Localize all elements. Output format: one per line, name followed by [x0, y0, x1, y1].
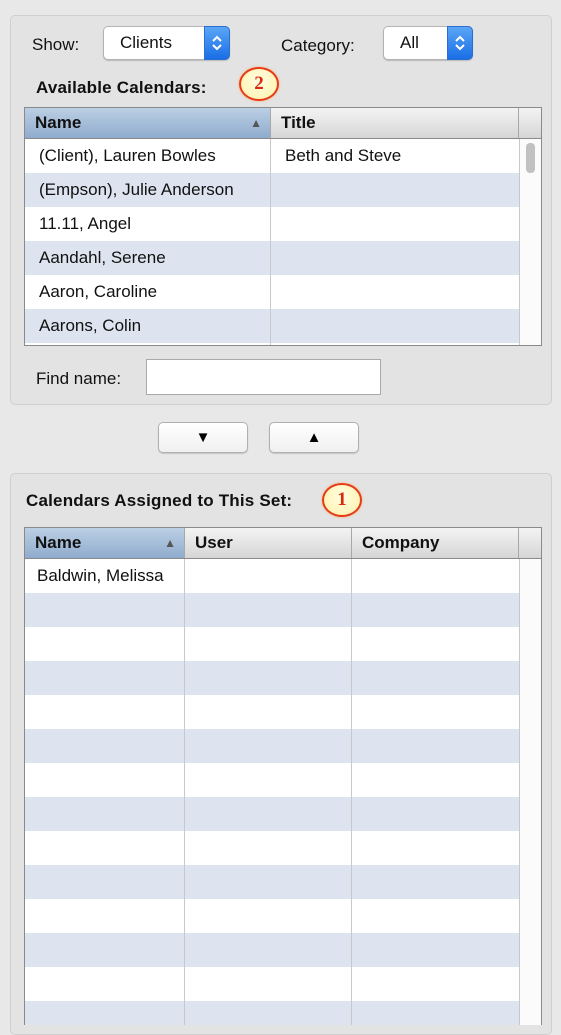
category-popup[interactable]: All [383, 26, 473, 60]
category-popup-value: All [400, 33, 419, 52]
column-divider [270, 139, 271, 345]
table-cell: (Empson), Julie Anderson [39, 180, 234, 199]
table-header: Name ▲ User Company [25, 528, 541, 559]
sort-ascending-icon: ▲ [164, 536, 176, 550]
table-cell: Baldwin, Melissa [37, 566, 164, 585]
table-row[interactable] [25, 967, 519, 1001]
scrollbar-thumb[interactable] [526, 143, 535, 173]
available-calendars-table[interactable]: Name ▲ Title (Client), Lauren Bowles Beth… [24, 107, 542, 346]
show-popup[interactable]: Clients [103, 26, 230, 60]
table-row[interactable]: Aarons, Colin [25, 309, 519, 343]
table-body: (Client), Lauren Bowles Beth and Steve (Em… [25, 139, 541, 345]
table-cell [271, 207, 519, 241]
table-cell [271, 275, 519, 309]
table-cell [271, 309, 519, 343]
table-row[interactable] [25, 831, 519, 865]
table-row[interactable] [25, 627, 519, 661]
table-row[interactable]: Aandahl, Serene [25, 241, 519, 275]
assigned-calendars-heading: Calendars Assigned to This Set: [26, 491, 293, 510]
callout-badge-2: 2 [239, 67, 279, 101]
available-calendars-heading: Available Calendars: [36, 78, 207, 97]
table-cell [185, 559, 352, 593]
updown-chevron-icon [447, 26, 473, 60]
table-row[interactable] [25, 933, 519, 967]
column-header-filler [519, 108, 541, 138]
column-header-name[interactable]: Name ▲ [25, 108, 271, 138]
table-cell [271, 241, 519, 275]
column-header-name[interactable]: Name ▲ [25, 528, 185, 558]
column-divider [184, 559, 185, 1025]
table-cell: (Client), Lauren Bowles [39, 146, 216, 165]
category-label: Category: [281, 36, 355, 55]
table-cell: Aandahl, Serene [39, 248, 166, 267]
callout-badge-1: 1 [322, 483, 362, 517]
column-header-user[interactable]: User [185, 528, 352, 558]
table-row[interactable] [25, 1001, 519, 1025]
table-cell: Aarons, Colin [39, 316, 142, 335]
updown-chevron-icon [204, 26, 230, 60]
assigned-calendars-table[interactable]: Name ▲ User Company Baldwin, Melissa [24, 527, 542, 1025]
table-cell [352, 559, 519, 593]
vertical-scrollbar[interactable] [519, 559, 541, 1025]
vertical-scrollbar[interactable] [519, 139, 541, 345]
table-header: Name ▲ Title [25, 108, 541, 139]
show-popup-value: Clients [120, 33, 172, 52]
table-row[interactable]: Aaron, Caroline [25, 275, 519, 309]
move-down-button[interactable]: ▼ [158, 422, 248, 453]
find-name-label: Find name: [36, 369, 122, 388]
table-row[interactable] [25, 343, 519, 345]
table-row[interactable]: Baldwin, Melissa [25, 559, 519, 593]
column-divider [351, 559, 352, 1025]
table-row[interactable] [25, 695, 519, 729]
column-header-title[interactable]: Title [271, 108, 519, 138]
table-cell: 11.11, Angel [39, 214, 132, 233]
table-row[interactable] [25, 797, 519, 831]
show-label: Show: [32, 35, 80, 54]
table-cell [271, 173, 519, 207]
table-cell: Beth and Steve [285, 146, 402, 165]
table-row[interactable] [25, 729, 519, 763]
table-row[interactable] [25, 899, 519, 933]
column-header-filler [519, 528, 541, 558]
sort-ascending-icon: ▲ [250, 116, 262, 130]
move-up-button[interactable]: ▲ [269, 422, 359, 453]
find-name-input[interactable] [146, 359, 381, 395]
table-row[interactable]: (Empson), Julie Anderson [25, 173, 519, 207]
column-header-company[interactable]: Company [352, 528, 519, 558]
table-row[interactable] [25, 593, 519, 627]
table-row[interactable] [25, 865, 519, 899]
table-cell: Aaron, Caroline [39, 282, 158, 301]
table-row[interactable]: (Client), Lauren Bowles Beth and Steve [25, 139, 519, 173]
table-row[interactable] [25, 763, 519, 797]
table-body: Baldwin, Melissa [25, 559, 541, 1025]
table-row[interactable] [25, 661, 519, 695]
table-row[interactable]: 11.11, Angel [25, 207, 519, 241]
